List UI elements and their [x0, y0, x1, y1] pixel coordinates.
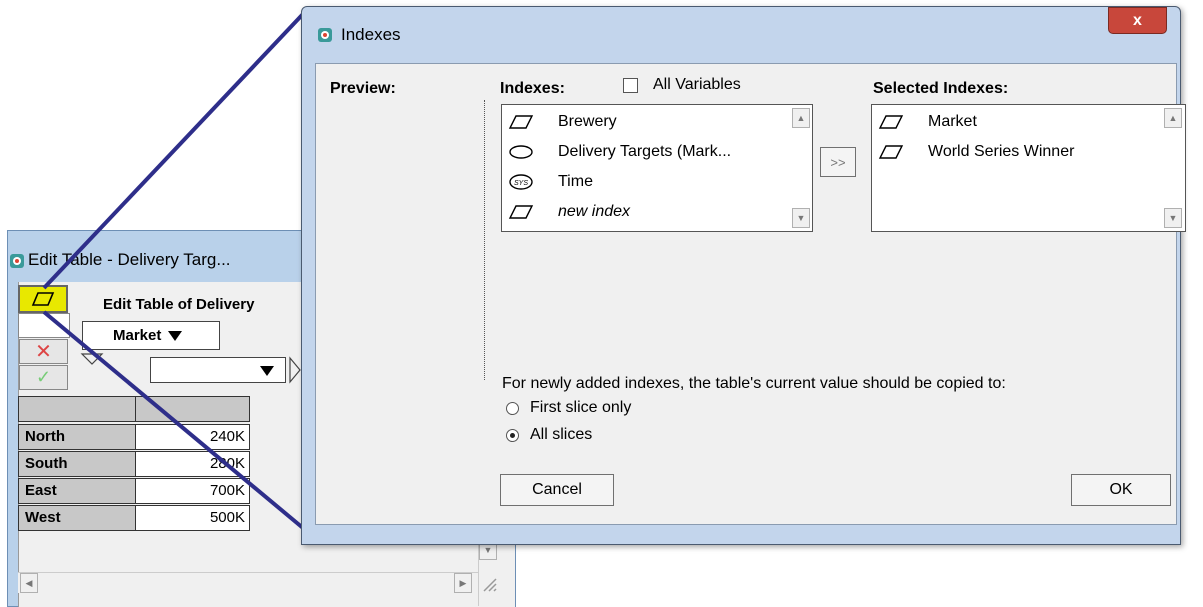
- list-item-label: Brewery: [558, 113, 617, 130]
- all-variables-checkbox[interactable]: [623, 78, 638, 93]
- callout-line-top: [42, 12, 305, 290]
- scroll-up-icon[interactable]: ▲: [1164, 108, 1182, 128]
- index-icon: [508, 205, 534, 219]
- radio-button[interactable]: [506, 401, 519, 415]
- system-index-icon: SYS: [509, 174, 533, 190]
- selected-indexes-listbox[interactable]: Market World Series Winner ▲ ▼: [871, 104, 1186, 232]
- list-item-label: World Series Winner: [928, 143, 1075, 160]
- close-icon: x: [1133, 11, 1142, 29]
- list-item[interactable]: World Series Winner: [872, 137, 1162, 167]
- list-item-label: Delivery Targets (Mark...: [558, 143, 732, 160]
- callout-line-bottom: [42, 310, 305, 530]
- all-variables-label: All Variables: [653, 76, 741, 93]
- radio-first-slice[interactable]: First slice only: [506, 399, 631, 417]
- list-item[interactable]: Delivery Targets (Mark...: [502, 137, 792, 167]
- list-item[interactable]: Brewery: [502, 107, 792, 137]
- index-icon: [878, 115, 904, 129]
- indexes-listbox[interactable]: Brewery Delivery Targets (Mark... SYS Ti…: [501, 104, 813, 232]
- radio-label: All slices: [530, 426, 593, 443]
- radio-label: First slice only: [530, 399, 632, 416]
- scroll-down-icon[interactable]: ▼: [1164, 208, 1182, 228]
- preview-divider: [484, 100, 485, 380]
- list-item-label: new index: [558, 203, 631, 220]
- add-index-button[interactable]: >>: [820, 147, 856, 177]
- list-item[interactable]: SYS Time: [502, 167, 792, 197]
- list-item-label: Market: [928, 113, 977, 130]
- scroll-down-icon[interactable]: ▼: [792, 208, 810, 228]
- svg-text:SYS: SYS: [514, 180, 528, 187]
- ok-button[interactable]: OK: [1071, 474, 1171, 506]
- list-item[interactable]: Market: [872, 107, 1162, 137]
- list-item[interactable]: new index: [502, 197, 792, 227]
- close-button[interactable]: x: [1108, 7, 1167, 34]
- app-icon: [318, 28, 332, 42]
- radio-button[interactable]: [506, 428, 519, 442]
- indexes-label: Indexes:: [500, 80, 565, 97]
- variable-oval-icon: [509, 145, 533, 159]
- cancel-button[interactable]: Cancel: [500, 474, 614, 506]
- dialog-title: Indexes: [341, 25, 401, 44]
- selected-indexes-label: Selected Indexes:: [873, 80, 1009, 97]
- preview-label: Preview:: [330, 80, 396, 97]
- scroll-up-icon[interactable]: ▲: [792, 108, 810, 128]
- list-item-label: Time: [558, 173, 593, 190]
- radio-all-slices[interactable]: All slices: [506, 426, 592, 444]
- index-icon: [508, 115, 534, 129]
- copy-prompt: For newly added indexes, the table's cur…: [502, 375, 1006, 392]
- index-icon: [878, 145, 904, 159]
